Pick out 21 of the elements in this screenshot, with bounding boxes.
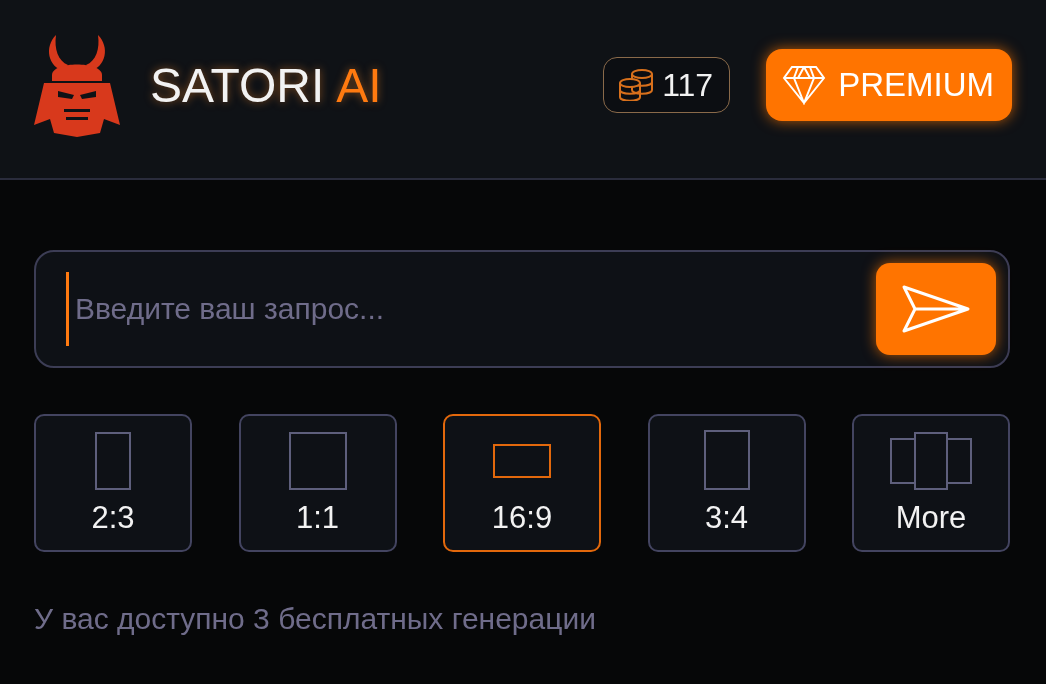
aspect-ratio-option[interactable]: 2:3 bbox=[34, 414, 192, 552]
coin-balance[interactable]: 117 bbox=[603, 57, 731, 113]
prompt-bar[interactable]: Введите ваш запрос... bbox=[34, 250, 1010, 368]
prompt-field[interactable]: Введите ваш запрос... bbox=[73, 291, 876, 327]
multiple-frames-icon bbox=[890, 432, 972, 490]
landscape-frame-icon bbox=[493, 444, 551, 478]
aspect-ratio-option[interactable]: 3:4 bbox=[647, 414, 806, 552]
aspect-ratio-option[interactable]: 16:9 bbox=[443, 414, 601, 552]
portrait-frame-icon bbox=[703, 430, 750, 490]
diamond-icon bbox=[782, 65, 827, 105]
brand-accent: AI bbox=[336, 57, 382, 113]
send-button[interactable] bbox=[876, 263, 996, 355]
aspect-ratio-option[interactable]: More bbox=[852, 414, 1010, 552]
square-frame-icon bbox=[288, 432, 347, 490]
send-icon bbox=[901, 284, 971, 334]
aspect-ratio-option[interactable]: 1:1 bbox=[238, 414, 397, 552]
coins-icon bbox=[618, 69, 655, 101]
coin-count: 117 bbox=[662, 66, 714, 104]
brand-name: SATORI bbox=[150, 57, 325, 113]
free-generations-note: У вас доступно 3 бесплатных генерации bbox=[34, 602, 597, 636]
portrait-frame-icon bbox=[95, 432, 131, 490]
